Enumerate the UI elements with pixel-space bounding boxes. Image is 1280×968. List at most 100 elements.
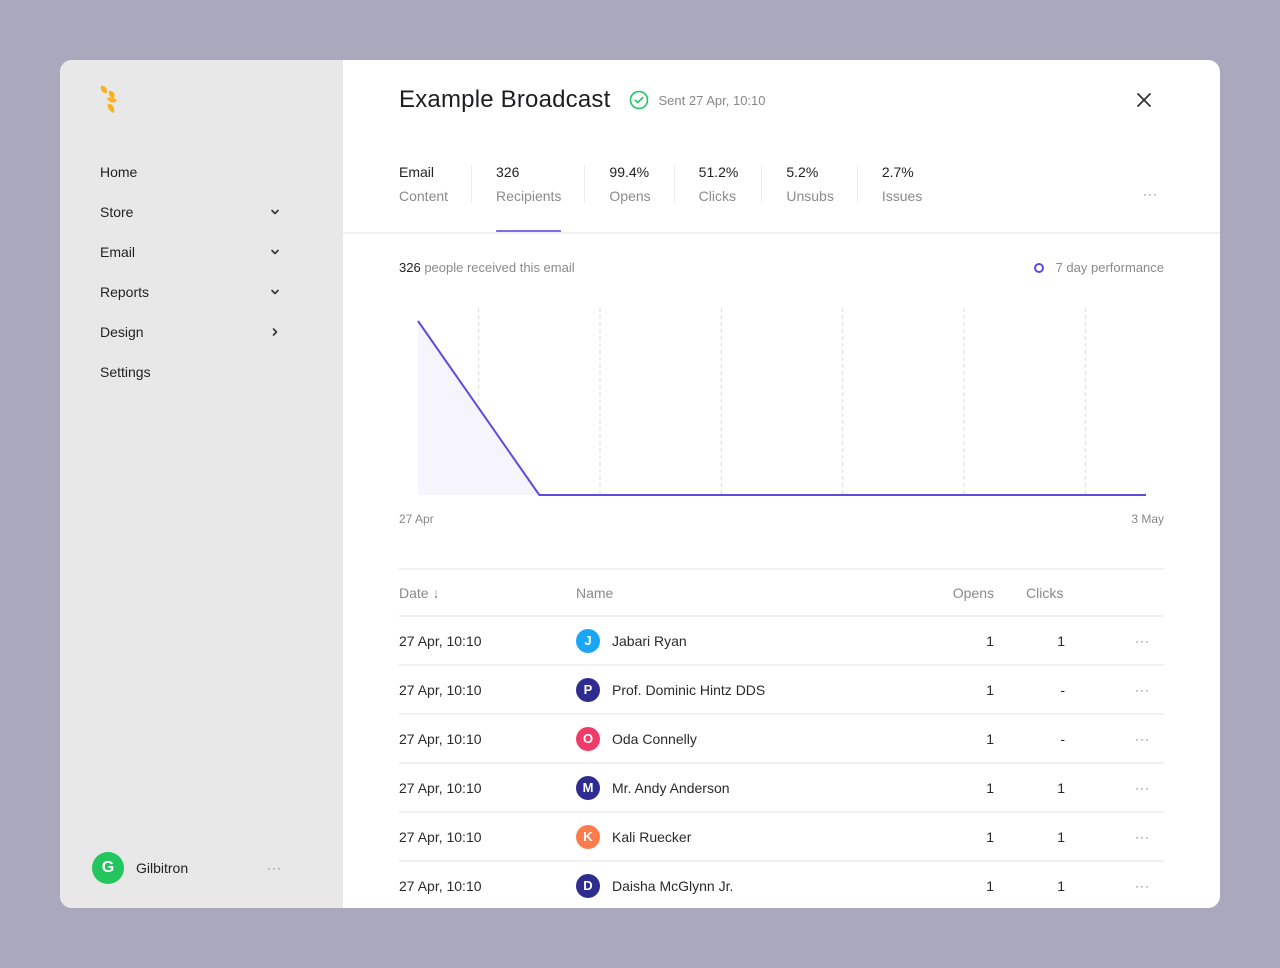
cell-date: 27 Apr, 10:10 [399, 730, 482, 747]
column-name[interactable]: Name [576, 585, 936, 601]
series-line [417, 320, 1146, 496]
tab-label: Issues [881, 188, 923, 204]
cell-clicks: 1 [1057, 877, 1065, 894]
cell-opens: 1 [986, 877, 994, 894]
tab-issues[interactable]: 2.7% Issues [882, 161, 946, 207]
sidebar-item-label: Reports [100, 284, 150, 300]
tab-label: Unsubs [786, 188, 834, 204]
recipient-name[interactable]: Jabari Ryan [612, 633, 687, 649]
user-avatar: G [92, 852, 124, 884]
row-more-icon[interactable]: ··· [1065, 781, 1164, 795]
legend-label: 7 day performance [1055, 260, 1164, 275]
sidebar-item-email[interactable]: Email [100, 232, 280, 272]
tab-label: Opens [609, 188, 651, 204]
data-point-3-may[interactable] [1142, 491, 1150, 499]
brand-logo-icon[interactable] [98, 84, 124, 116]
recipient-name[interactable]: Oda Connelly [612, 731, 697, 747]
broadcast-header: Example Broadcast Sent 27 Apr, 10:10 [399, 86, 766, 114]
sidebar-nav: Home Store Email Reports Design Settings [100, 152, 280, 392]
page-background: Home Store Email Reports Design Settings G Gi… [0, 0, 1280, 968]
sidebar-item-settings[interactable]: Settings [100, 352, 280, 392]
chart-header: 326 people received this email 7 day per… [399, 260, 1164, 278]
main-panel: Example Broadcast Sent 27 Apr, 10:10 Ema… [343, 60, 1220, 908]
series-area [418, 321, 1146, 495]
tab-value: 51.2% [698, 164, 739, 180]
data-point-29-apr[interactable] [657, 491, 665, 499]
chevron-down-icon[interactable] [270, 247, 280, 257]
tab-value: 5.2% [786, 164, 819, 180]
page-title: Example Broadcast [399, 86, 611, 113]
table-row[interactable]: 27 Apr, 10:10 D Daisha McGlynn Jr. 1 1 ··· [399, 862, 1164, 908]
row-more-icon[interactable]: ··· [1065, 634, 1164, 648]
recipients-table: Date ↓ Name Opens Clicks 27 Apr, 10:10 J Ja… [399, 568, 1164, 908]
chevron-down-icon[interactable] [270, 287, 280, 297]
sidebar-item-label: Design [100, 324, 144, 340]
column-clicks[interactable]: Clicks [994, 585, 1065, 601]
tab-label: Content [399, 188, 449, 204]
sort-down-icon: ↓ [432, 584, 440, 601]
row-more-icon[interactable]: ··· [1065, 683, 1164, 697]
cell-name: P Prof. Dominic Hintz DDS [576, 677, 936, 702]
cell-clicks: - [1060, 681, 1065, 698]
row-more-icon[interactable]: ··· [1065, 879, 1164, 893]
cell-opens: 1 [986, 632, 994, 649]
cell-name: J Jabari Ryan [576, 628, 936, 653]
tab-value: Email [399, 164, 435, 180]
column-opens[interactable]: Opens [936, 585, 994, 601]
tab-value: 99.4% [609, 164, 650, 180]
sidebar-item-design[interactable]: Design [100, 312, 280, 352]
performance-chart [414, 308, 1150, 499]
cell-opens: 1 [986, 730, 994, 747]
data-point-30-apr[interactable] [778, 491, 786, 499]
table-row[interactable]: 27 Apr, 10:10 K Kali Ruecker 1 1 ··· [399, 813, 1164, 862]
table-row[interactable]: 27 Apr, 10:10 J Jabari Ryan 1 1 ··· [399, 617, 1164, 666]
app-window: Home Store Email Reports Design Settings G Gi… [60, 60, 1220, 908]
user-name: Gilbitron [136, 860, 189, 876]
tab-recipients[interactable]: 326 Recipients [496, 161, 586, 233]
chart-legend[interactable]: 7 day performance [1033, 260, 1164, 275]
x-tick-label-start: 27 Apr [399, 512, 434, 526]
avatar: P [576, 677, 600, 702]
cell-opens: 1 [986, 779, 994, 796]
recipient-name[interactable]: Daisha McGlynn Jr. [612, 878, 733, 894]
data-point-1-may[interactable] [899, 491, 907, 499]
cell-opens: 1 [986, 681, 994, 698]
user-menu[interactable]: G Gilbitron ··· [92, 852, 282, 884]
legend-marker-icon [1033, 262, 1044, 273]
stats-more-icon[interactable]: ··· [1143, 187, 1158, 201]
tab-label: Clicks [698, 188, 737, 204]
sidebar-item-store[interactable]: Store [100, 192, 280, 232]
row-more-icon[interactable]: ··· [1065, 732, 1164, 746]
tab-clicks[interactable]: 51.2% Clicks [699, 161, 763, 207]
cell-date: 27 Apr, 10:10 [399, 779, 482, 796]
table-row[interactable]: 27 Apr, 10:10 O Oda Connelly 1 - ··· [399, 715, 1164, 764]
table-row[interactable]: 27 Apr, 10:10 M Mr. Andy Anderson 1 1 ··· [399, 764, 1164, 813]
sidebar-item-label: Email [100, 244, 136, 260]
data-point-28-apr[interactable] [535, 491, 543, 499]
chevron-down-icon[interactable] [270, 207, 280, 217]
recipient-name[interactable]: Kali Ruecker [612, 829, 691, 845]
cell-clicks: 1 [1057, 632, 1065, 649]
data-point-27-apr[interactable] [414, 317, 422, 325]
cell-opens: 1 [986, 828, 994, 845]
tab-opens[interactable]: 99.4% Opens [609, 161, 675, 207]
user-more-icon[interactable]: ··· [267, 861, 282, 875]
chevron-right-icon[interactable] [270, 327, 280, 337]
sidebar-item-label: Store [100, 204, 134, 220]
table-row[interactable]: 27 Apr, 10:10 P Prof. Dominic Hintz DDS 1 - ·… [399, 666, 1164, 715]
row-more-icon[interactable]: ··· [1065, 830, 1164, 844]
avatar: M [576, 775, 600, 800]
column-date[interactable]: Date ↓ [399, 585, 576, 601]
sidebar-item-home[interactable]: Home [100, 152, 280, 192]
header-divider [343, 232, 1220, 234]
recipient-name[interactable]: Mr. Andy Anderson [612, 780, 730, 796]
tab-unsubs[interactable]: 5.2% Unsubs [786, 161, 859, 207]
close-icon[interactable] [1134, 90, 1154, 110]
cell-name: O Oda Connelly [576, 726, 936, 751]
sidebar-item-reports[interactable]: Reports [100, 272, 280, 312]
tab-label: Recipients [496, 188, 562, 204]
recipient-name[interactable]: Prof. Dominic Hintz DDS [612, 682, 765, 698]
tab-content[interactable]: Email Content [399, 161, 473, 207]
data-point-2-may[interactable] [1021, 491, 1029, 499]
avatar: J [576, 628, 600, 653]
